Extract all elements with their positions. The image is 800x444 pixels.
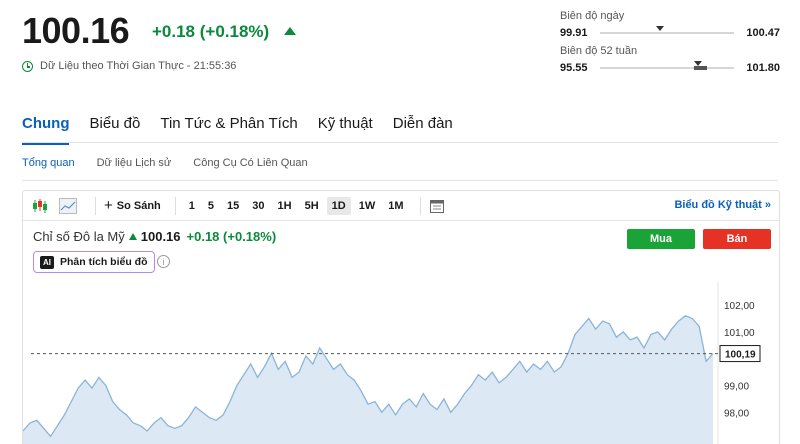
price-value: 100.16: [22, 10, 130, 51]
y-tick-label: 101,00: [724, 328, 755, 339]
day-range-label: Biên độ ngày: [560, 10, 625, 22]
realtime-separator: -: [183, 60, 194, 72]
subtab-overview[interactable]: Tổng quan: [22, 157, 75, 169]
day-range-low: 99.91: [560, 27, 588, 39]
day-range-bar: [599, 26, 735, 34]
chart-panel: + So Sánh 1 5 15 30 1H 5H 1D 1W 1M Biểu đồ Kỹ th…: [22, 190, 780, 444]
tabs-divider: [22, 142, 778, 143]
week52-range-segment: [693, 66, 708, 70]
price-change: +0.18 (+0.18%): [152, 22, 269, 42]
realtime-row: Dữ Liệu theo Thời Gian Thực - 21:55:36: [22, 60, 236, 72]
tab-overview[interactable]: Chung: [22, 115, 70, 145]
realtime-time: 21:55:36: [193, 60, 237, 72]
realtime-label: Dữ Liệu theo Thời Gian Thực: [40, 60, 184, 72]
y-tick-label: 99,00: [724, 381, 749, 392]
y-tick-label: 102,00: [724, 301, 755, 312]
tab-news[interactable]: Tin Tức & Phân Tích: [160, 115, 297, 145]
price-area-fill: [23, 315, 713, 444]
day-range-high: 100.47: [746, 27, 780, 39]
subtab-historical[interactable]: Dữ liệu Lịch sử: [97, 157, 172, 169]
price-chart[interactable]: 102,00 101,00 99,00 98,00 100,19: [23, 191, 781, 444]
tab-technical[interactable]: Kỹ thuật: [318, 115, 373, 145]
day-range: Biên độ ngày 99.91 100.47: [560, 10, 780, 39]
price-change-pct: (+0.18%): [199, 22, 270, 41]
day-range-marker: [656, 26, 665, 31]
tab-chart[interactable]: Biểu đồ: [89, 115, 140, 145]
subtab-related[interactable]: Công Cụ Có Liên Quan: [193, 157, 307, 169]
week52-range-marker: [693, 61, 702, 66]
price-change-abs: +0.18: [152, 22, 196, 41]
current-price-label: 100,19: [725, 350, 756, 361]
y-tick-label: 98,00: [724, 408, 749, 419]
up-arrow-icon: [284, 27, 296, 35]
week52-range: Biên độ 52 tuần 95.55 101.80: [560, 45, 780, 74]
week52-range-low: 95.55: [560, 62, 588, 74]
week52-range-label: Biên độ 52 tuần: [560, 45, 638, 57]
sub-tabs: Tổng quan Dữ liệu Lịch sử Công Cụ Có Liê…: [22, 157, 308, 169]
clock-icon: [22, 60, 33, 72]
subtabs-divider: [22, 180, 778, 181]
main-tabs: Chung Biểu đồ Tin Tức & Phân Tích Kỹ thu…: [22, 115, 453, 145]
tab-forum[interactable]: Diễn đàn: [393, 115, 453, 145]
week52-range-high: 101.80: [746, 62, 780, 74]
week52-range-bar: [599, 61, 735, 70]
